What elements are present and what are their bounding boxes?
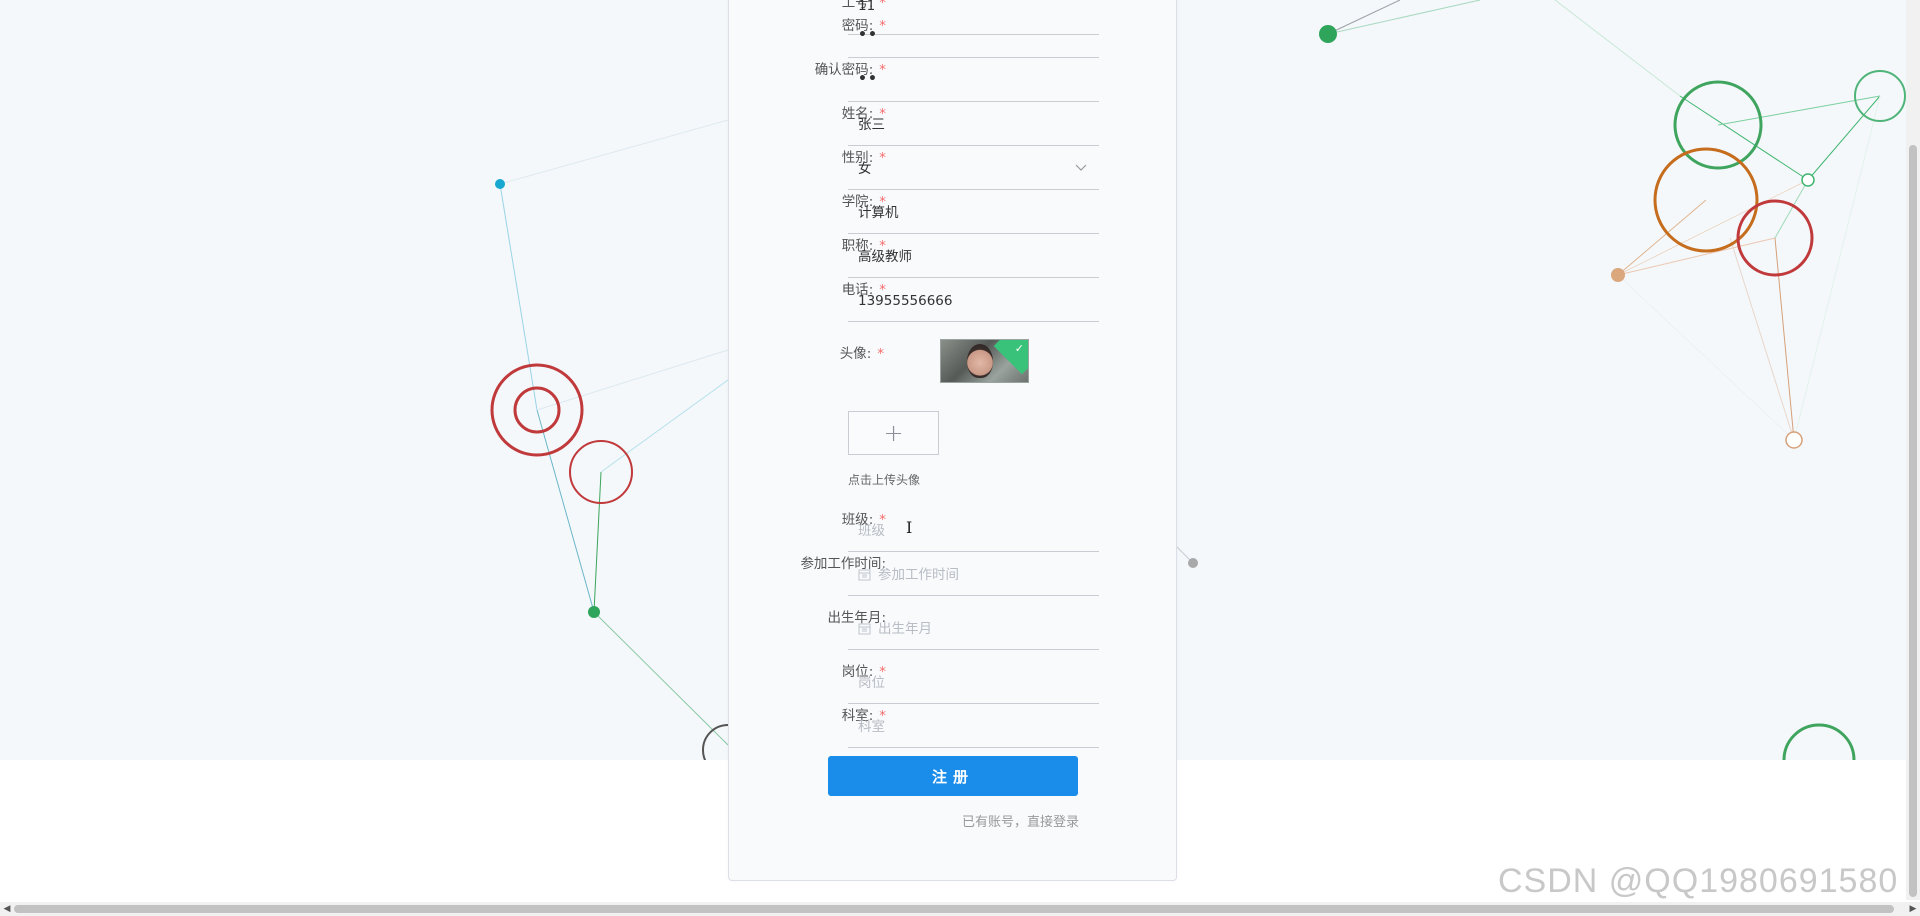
register-button[interactable]: 注册 <box>828 756 1078 796</box>
avatar-upload-button[interactable]: + <box>848 411 939 455</box>
input-value: •• <box>858 27 878 43</box>
phone-input[interactable]: 13955556666 <box>848 278 1099 322</box>
form-row-position: 岗位: * 岗位 <box>729 660 1178 704</box>
form-row-phone: 电话: * 13955556666 <box>729 278 1178 322</box>
position-input[interactable]: 岗位 <box>848 660 1099 704</box>
scroll-right-arrow-icon[interactable]: ▶ <box>1906 902 1920 916</box>
form-row-confirm-password: 确认密码: * •• <box>729 58 1178 102</box>
input-value: •• <box>858 71 878 87</box>
job-title-input[interactable]: 高级教师 <box>848 234 1099 278</box>
confirm-password-input[interactable]: •• <box>848 58 1099 102</box>
input-value: 高级教师 <box>858 249 912 265</box>
watermark: CSDN @QQ1980691580 <box>1498 862 1899 900</box>
avatar-face <box>967 344 993 378</box>
password-input[interactable]: •• <box>848 14 1099 58</box>
scroll-left-arrow-icon[interactable]: ◀ <box>0 902 14 916</box>
avatar-label: 头像: * <box>839 346 884 362</box>
college-input[interactable]: 计算机 <box>848 190 1099 234</box>
class-input[interactable]: 班级 <box>848 508 1099 552</box>
calendar-icon <box>858 623 871 635</box>
gender-select[interactable]: 女 <box>848 146 1099 190</box>
birth-month-picker[interactable]: 出生年月 <box>848 606 1099 650</box>
avatar-preview-image[interactable]: ✓ <box>940 339 1029 383</box>
vertical-scrollbar[interactable] <box>1906 0 1920 900</box>
input-placeholder: 出生年月 <box>878 621 932 637</box>
input-placeholder: 岗位 <box>858 675 885 691</box>
form-row-work-start-date: 参加工作时间: 参加工作时间 <box>729 552 1178 596</box>
input-value: 11 <box>858 0 876 14</box>
form-row-name: 姓名: * 张三 <box>729 102 1178 146</box>
input-value: 13955556666 <box>858 293 953 309</box>
form-row-college: 学院: * 计算机 <box>729 190 1178 234</box>
login-link[interactable]: 已有账号，直接登录 <box>962 811 1079 830</box>
select-value: 女 <box>858 161 872 177</box>
horizontal-scrollbar[interactable]: ◀ ▶ <box>0 902 1920 916</box>
input-placeholder: 科室 <box>858 719 885 735</box>
input-placeholder: 参加工作时间 <box>878 567 959 583</box>
input-placeholder: 班级 <box>858 523 885 539</box>
form-row-gender: 性别: * 女 <box>729 146 1178 190</box>
form-row-password: 密码: * •• <box>729 14 1178 58</box>
form-row-birth-month: 出生年月: 出生年月 <box>729 606 1178 650</box>
input-value: 计算机 <box>858 205 899 221</box>
horizontal-scroll-thumb[interactable] <box>14 905 1894 913</box>
chevron-down-icon <box>1075 164 1087 171</box>
form-row-title: 职称: * 高级教师 <box>729 234 1178 278</box>
check-icon: ✓ <box>1014 342 1024 355</box>
input-value: 张三 <box>858 117 885 133</box>
work-start-date-picker[interactable]: 参加工作时间 <box>848 552 1099 596</box>
form-row-class: 班级: * 班级 <box>729 508 1178 552</box>
text-cursor-icon: I <box>906 518 913 537</box>
calendar-icon <box>858 569 871 581</box>
name-input[interactable]: 张三 <box>848 102 1099 146</box>
upload-hint: 点击上传头像 <box>848 473 921 487</box>
register-form-card: 工号: * 11 密码: * •• 确认密码: * •• 姓名: * 张三 性别: * 女… <box>728 0 1177 881</box>
form-row-department: 科室: * 科室 <box>729 704 1178 748</box>
vertical-scroll-thumb[interactable] <box>1909 145 1917 897</box>
department-input[interactable]: 科室 <box>848 704 1099 748</box>
plus-icon: + <box>883 419 904 447</box>
